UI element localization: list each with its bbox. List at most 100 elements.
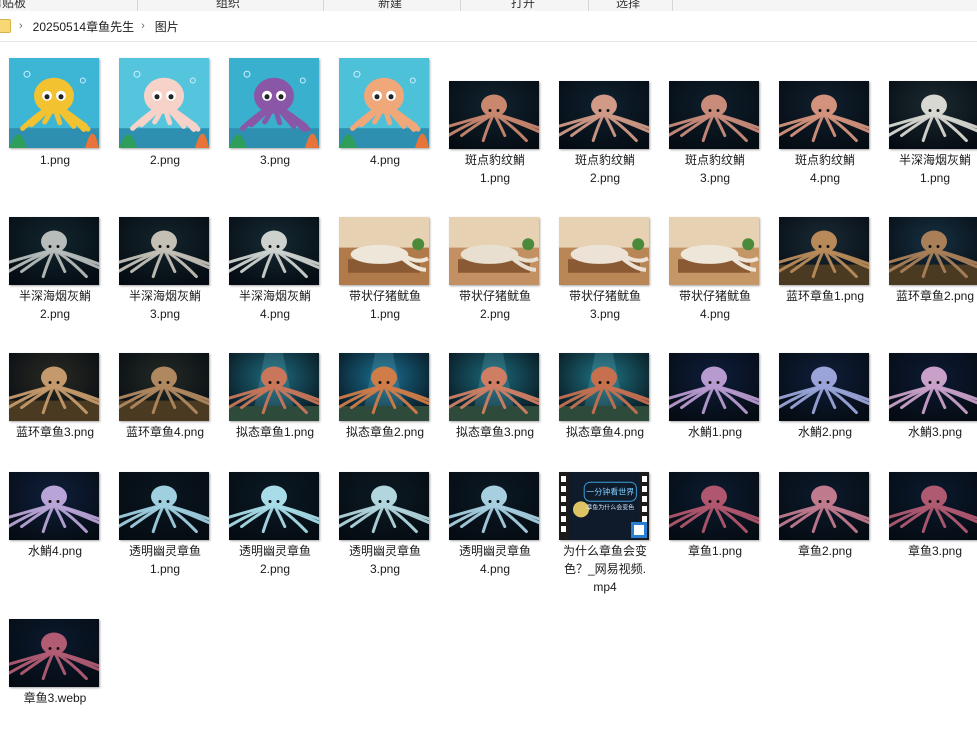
file-name[interactable]: 水鮹3.png — [880, 423, 977, 441]
file-item[interactable]: 半深海烟灰鮹 2.png — [0, 186, 110, 321]
file-item[interactable]: 水鮹2.png — [770, 322, 880, 439]
file-name[interactable]: 斑点豹纹鮹 1.png — [440, 151, 550, 187]
file-item[interactable]: 蓝环章鱼1.png — [770, 186, 880, 303]
file-name[interactable]: 斑点豹纹鮹 3.png — [660, 151, 770, 187]
image-thumbnail[interactable] — [889, 353, 977, 421]
file-item[interactable]: 透明幽灵章鱼 4.png — [440, 441, 550, 576]
file-name[interactable]: 半深海烟灰鮹 3.png — [110, 287, 220, 323]
file-name[interactable]: 蓝环章鱼2.png — [880, 287, 977, 305]
file-item[interactable]: 拟态章鱼4.png — [550, 322, 660, 439]
image-thumbnail[interactable] — [119, 353, 209, 421]
file-name[interactable]: 透明幽灵章鱼 3.png — [330, 542, 440, 578]
image-thumbnail[interactable] — [339, 353, 429, 421]
image-thumbnail[interactable] — [669, 472, 759, 540]
file-name[interactable]: 带状仔猪鱿鱼 2.png — [440, 287, 550, 323]
image-thumbnail[interactable] — [9, 217, 99, 285]
file-item[interactable]: 章鱼2.png — [770, 441, 880, 558]
file-name[interactable]: 4.png — [330, 151, 440, 169]
chevron-right-icon[interactable]: › — [19, 20, 23, 32]
file-item[interactable]: 透明幽灵章鱼 3.png — [330, 441, 440, 576]
image-thumbnail[interactable] — [119, 217, 209, 285]
file-item[interactable]: 斑点豹纹鮹 4.png — [770, 50, 880, 185]
file-item[interactable]: 水鮹3.png — [880, 322, 977, 439]
file-item[interactable]: 章鱼1.png — [660, 441, 770, 558]
image-thumbnail[interactable] — [339, 58, 429, 148]
file-name[interactable]: 透明幽灵章鱼 4.png — [440, 542, 550, 578]
image-thumbnail[interactable] — [9, 619, 99, 687]
file-name[interactable]: 透明幽灵章鱼 1.png — [110, 542, 220, 578]
file-name[interactable]: 半深海烟灰鮹 4.png — [220, 287, 330, 323]
image-thumbnail[interactable] — [339, 472, 429, 540]
file-item[interactable]: 拟态章鱼2.png — [330, 322, 440, 439]
file-item[interactable]: 水鮹4.png — [0, 441, 110, 558]
file-item[interactable]: 3.png — [220, 50, 330, 167]
file-item[interactable]: 拟态章鱼3.png — [440, 322, 550, 439]
image-thumbnail[interactable] — [669, 81, 759, 149]
image-thumbnail[interactable] — [119, 472, 209, 540]
file-item[interactable]: 带状仔猪鱿鱼 4.png — [660, 186, 770, 321]
file-name[interactable]: 章鱼3.png — [880, 542, 977, 560]
file-item[interactable]: 半深海烟灰鮹 1.png — [880, 50, 977, 185]
image-thumbnail[interactable] — [229, 472, 319, 540]
file-item[interactable]: 斑点豹纹鮹 2.png — [550, 50, 660, 185]
image-thumbnail[interactable] — [779, 217, 869, 285]
image-thumbnail[interactable] — [229, 217, 319, 285]
chevron-right-icon[interactable]: › — [141, 20, 145, 32]
file-item[interactable]: 透明幽灵章鱼 2.png — [220, 441, 330, 576]
file-name[interactable]: 水鮹1.png — [660, 423, 770, 441]
breadcrumb-folder-images[interactable]: 图片 — [152, 16, 182, 37]
file-item[interactable]: 半深海烟灰鮹 4.png — [220, 186, 330, 321]
file-item[interactable]: 半深海烟灰鮹 3.png — [110, 186, 220, 321]
file-name[interactable]: 带状仔猪鱿鱼 3.png — [550, 287, 660, 323]
file-name[interactable]: 蓝环章鱼3.png — [0, 423, 110, 441]
file-name[interactable]: 拟态章鱼4.png — [550, 423, 660, 441]
file-item[interactable]: 带状仔猪鱿鱼 1.png — [330, 186, 440, 321]
file-name[interactable]: 透明幽灵章鱼 2.png — [220, 542, 330, 578]
file-item[interactable]: 一分钟看世界 章鱼为什么会变色 为什么章鱼会变 色？_网易视频. mp4 — [550, 441, 660, 594]
image-thumbnail[interactable] — [9, 58, 99, 148]
image-thumbnail[interactable] — [779, 472, 869, 540]
file-name[interactable]: 章鱼2.png — [770, 542, 880, 560]
file-name[interactable]: 带状仔猪鱿鱼 1.png — [330, 287, 440, 323]
image-thumbnail[interactable] — [889, 81, 977, 149]
image-thumbnail[interactable] — [449, 217, 539, 285]
file-name[interactable]: 拟态章鱼2.png — [330, 423, 440, 441]
video-thumbnail[interactable]: 一分钟看世界 章鱼为什么会变色 — [559, 472, 649, 540]
file-item[interactable]: 2.png — [110, 50, 220, 167]
image-thumbnail[interactable] — [559, 217, 649, 285]
image-thumbnail[interactable] — [119, 58, 209, 148]
image-thumbnail[interactable] — [229, 58, 319, 148]
image-thumbnail[interactable] — [339, 217, 429, 285]
file-name[interactable]: 章鱼3.webp — [0, 689, 110, 707]
file-name[interactable]: 2.png — [110, 151, 220, 169]
file-name[interactable]: 1.png — [0, 151, 110, 169]
file-item[interactable]: 蓝环章鱼4.png — [110, 322, 220, 439]
file-name[interactable]: 3.png — [220, 151, 330, 169]
file-name[interactable]: 带状仔猪鱿鱼 4.png — [660, 287, 770, 323]
image-thumbnail[interactable] — [669, 353, 759, 421]
image-thumbnail[interactable] — [889, 217, 977, 285]
file-item[interactable]: 1.png — [0, 50, 110, 167]
image-thumbnail[interactable] — [889, 472, 977, 540]
file-name[interactable]: 斑点豹纹鮹 2.png — [550, 151, 660, 187]
file-item[interactable]: 带状仔猪鱿鱼 2.png — [440, 186, 550, 321]
file-item[interactable]: 蓝环章鱼3.png — [0, 322, 110, 439]
file-name[interactable]: 章鱼1.png — [660, 542, 770, 560]
file-name[interactable]: 半深海烟灰鮹 1.png — [880, 151, 977, 187]
file-item[interactable]: 透明幽灵章鱼 1.png — [110, 441, 220, 576]
file-name[interactable]: 半深海烟灰鮹 2.png — [0, 287, 110, 323]
breadcrumb-folder-root[interactable]: 20250514章鱼先生 — [30, 16, 137, 37]
image-thumbnail[interactable] — [559, 353, 649, 421]
file-item[interactable]: 水鮹1.png — [660, 322, 770, 439]
image-thumbnail[interactable] — [9, 472, 99, 540]
file-item[interactable]: 章鱼3.webp — [0, 588, 110, 705]
file-item[interactable]: 蓝环章鱼2.png — [880, 186, 977, 303]
image-thumbnail[interactable] — [449, 472, 539, 540]
file-item[interactable]: 带状仔猪鱿鱼 3.png — [550, 186, 660, 321]
file-item[interactable]: 章鱼3.png — [880, 441, 977, 558]
file-item[interactable]: 4.png — [330, 50, 440, 167]
address-bar[interactable]: › 20250514章鱼先生 › 图片 — [0, 11, 977, 42]
file-name[interactable]: 水鮹4.png — [0, 542, 110, 560]
file-item[interactable]: 拟态章鱼1.png — [220, 322, 330, 439]
image-thumbnail[interactable] — [449, 353, 539, 421]
